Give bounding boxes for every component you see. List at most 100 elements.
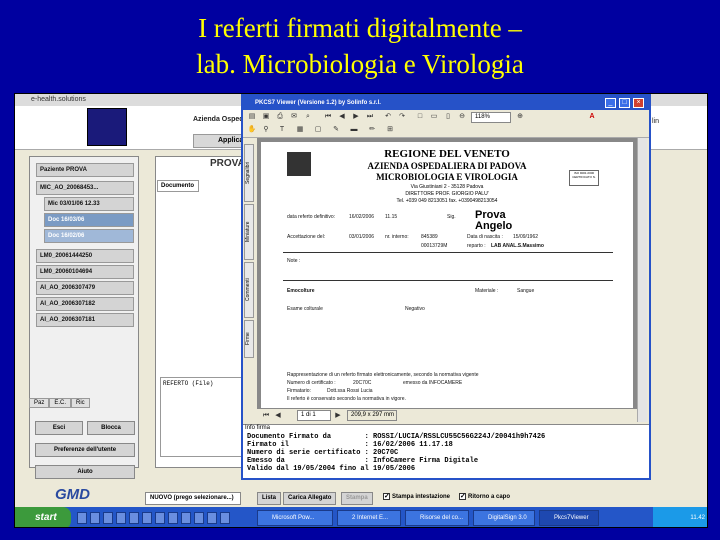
sidebar-item[interactable]: LM0_20060104694 [36,265,134,279]
sidebar-item[interactable]: AI_AO_2006307479 [36,281,134,295]
stampa-button[interactable]: Stampa [341,492,373,505]
close-icon[interactable]: × [633,98,644,108]
tab-paz[interactable]: Paz [29,398,50,408]
app-icon[interactable] [207,512,217,524]
stampa-intestazione-checkbox[interactable]: Stampa intestazione [379,491,454,505]
actual-size-icon[interactable]: □ [415,112,425,122]
start-button[interactable]: start [15,507,71,527]
document-type-select[interactable]: NUOVO (prego selezionare...) [145,492,241,505]
sidebar-item-selected[interactable]: Doc 16/03/06 [44,213,134,227]
cert-issuer: emesso da INFOCAMERE [403,380,463,386]
app-icon[interactable] [194,512,204,524]
zoom-out-icon[interactable]: ⊖ [457,112,467,122]
content-title: PROVA [210,158,245,169]
taskbar-button[interactable]: DigitalSign 3.0 [473,510,535,526]
print-icon[interactable]: ⎙ [275,112,285,122]
prev-page-icon[interactable]: ◀ [337,112,347,122]
doc-tel: Tel. +039 049 8213051 fax. +039049821305… [396,198,498,204]
app-icon[interactable] [77,512,87,524]
zoom-tool-icon[interactable]: ⚲ [261,125,271,135]
reparto-label: reparto : [467,243,486,249]
quick-launch [77,511,233,527]
pdf-page: REGIONE DEL VENETO AZIENDA OSPEDALIERA D… [261,142,633,408]
tab-segnalibri[interactable]: Segnalibri [244,144,254,202]
sidebar-item[interactable]: AI_AO_2006307181 [36,313,134,327]
preferences-button[interactable]: Preferenze dell'utente [35,443,135,457]
app-icon[interactable] [181,512,191,524]
patient-code: 00013729M [421,243,448,249]
app-icon[interactable] [90,512,100,524]
tab-ric[interactable]: Ric [71,398,90,408]
app-icon[interactable] [142,512,152,524]
last-page-icon[interactable]: ⏭ [365,112,375,122]
table-select-icon[interactable]: ▦ [295,125,305,135]
app-icon[interactable] [155,512,165,524]
blocca-button[interactable]: Blocca [87,421,135,435]
screenshot: e-health.solutions Azienda Ospeda Applic… [14,93,708,528]
forward-icon[interactable]: ↷ [397,112,407,122]
zoom-select[interactable]: 118% [471,112,511,123]
taskbar-button[interactable]: 2 Internet E... [337,510,401,526]
back-icon[interactable]: ↶ [383,112,393,122]
maximize-icon[interactable]: □ [619,98,630,108]
save-icon[interactable]: ▣ [261,112,271,122]
clock: 11.42 [653,507,707,527]
pencil-tool-icon[interactable]: ✏ [367,125,377,135]
email-icon[interactable]: ✉ [289,112,299,122]
exam-result: Negativo [405,306,425,312]
vertical-scrollbar[interactable] [637,138,647,422]
tab-ec[interactable]: E.C. [49,398,72,408]
nascita-label: Data di nascita : [467,234,503,240]
taskbar-button-active[interactable]: Pkcs7Viewer [539,510,599,526]
tab-documento[interactable]: Documento [157,180,199,192]
reparto-value: LAB ANAL.S.Massimo [491,243,544,249]
next-page-icon[interactable]: ▶ [351,112,361,122]
first-page-icon[interactable]: ⏮ [323,112,333,122]
fit-width-icon[interactable]: ▯ [443,112,453,122]
zoom-in-icon[interactable]: ⊕ [515,112,525,122]
note-tool-icon[interactable]: ✎ [331,125,341,135]
exam-name: Esame colturale [287,306,323,312]
sidebar-item[interactable]: Mic 03/01/06 12.33 [44,197,134,211]
sidebar-item[interactable]: AI_AO_2006307182 [36,297,134,311]
next-page-icon[interactable]: ▶ [333,411,343,421]
firmatario-label: Firmatario: [287,388,311,394]
open-icon[interactable]: ▤ [247,112,257,122]
info-row: Valido dal 19/05/2004 fino al 19/05/2006 [247,465,416,473]
hand-tool-icon[interactable]: ✋ [247,125,257,135]
interno-value: 845389 [421,234,438,240]
sidebar-item[interactable]: LM0_20061444250 [36,249,134,263]
ritorno-capo-checkbox[interactable]: Ritorno a capo [455,491,514,505]
sidebar-item[interactable]: MIC_AO_20068453... [36,181,134,195]
pdf-document-view[interactable]: REGIONE DEL VENETO AZIENDA OSPEDALIERA D… [257,138,637,408]
minimize-icon[interactable]: _ [605,98,616,108]
highlight-tool-icon[interactable]: ▬ [349,125,359,135]
text-select-icon[interactable]: T [277,125,287,135]
graphic-select-icon[interactable]: ▢ [313,125,323,135]
app-icon[interactable] [220,512,230,524]
lista-button[interactable]: Lista [257,492,282,505]
esci-button[interactable]: Esci [35,421,83,435]
taskbar-button[interactable]: Risorse del co... [405,510,469,526]
tab-commenti[interactable]: Commenti [244,262,254,318]
first-page-icon[interactable]: ⏮ [261,411,271,421]
stamp-tool-icon[interactable]: ⊞ [385,125,395,135]
data-def-label: data referto definitivo: [287,214,336,220]
prev-page-icon[interactable]: ◀ [273,411,283,421]
patient-item[interactable]: Paziente PROVA [36,163,134,177]
materiale-value: Sangue [517,288,535,294]
search-icon[interactable]: ⌕ [303,112,313,122]
page-indicator[interactable]: 1 di 1 [297,410,331,421]
help-button[interactable]: Aiuto [35,465,135,479]
tab-firme[interactable]: Firme [244,320,254,358]
tab-miniature[interactable]: Miniature [244,204,254,260]
fit-page-icon[interactable]: ▭ [429,112,439,122]
app-icon[interactable] [103,512,113,524]
carica-allegato-button[interactable]: Carica Allegato [283,492,337,505]
sidebar-item[interactable]: Doc 16/02/06 [44,229,134,243]
taskbar-button[interactable]: Microsoft Pow... [257,510,333,526]
app-icon[interactable] [116,512,126,524]
header-right-text: lin [651,118,659,125]
app-icon[interactable] [168,512,178,524]
app-icon[interactable] [129,512,139,524]
